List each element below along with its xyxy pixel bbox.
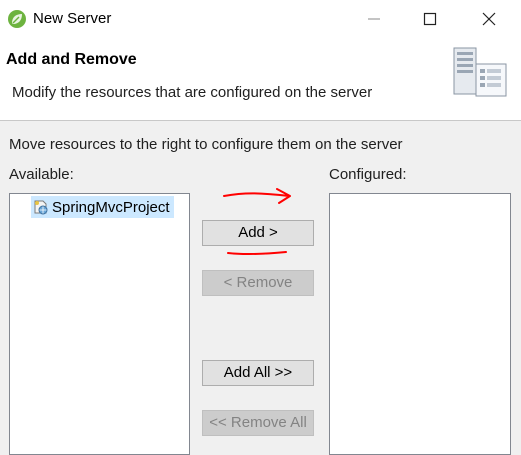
instructions-text: Move resources to the right to configure…: [9, 136, 403, 153]
maximize-icon: [423, 12, 437, 26]
configured-list[interactable]: [329, 193, 511, 455]
close-icon: [482, 12, 496, 26]
annotation-underline: [227, 251, 287, 256]
title-bar: New Server: [0, 0, 521, 38]
server-icon: [453, 47, 507, 97]
spring-leaf-icon: [8, 10, 26, 28]
add-all-button[interactable]: Add All >>: [202, 360, 314, 386]
page-title: Add and Remove: [6, 51, 137, 68]
available-label: Available:: [9, 166, 74, 183]
minimize-icon: [368, 18, 380, 20]
available-list[interactable]: SpringMvcProject: [9, 193, 190, 455]
minimize-button[interactable]: [351, 0, 397, 38]
close-button[interactable]: [466, 0, 512, 38]
list-item[interactable]: SpringMvcProject: [31, 196, 174, 218]
remove-button[interactable]: < Remove: [202, 270, 314, 296]
window-title: New Server: [33, 10, 112, 27]
annotation-arrow: [223, 188, 291, 204]
project-name: SpringMvcProject: [52, 198, 170, 216]
add-button[interactable]: Add >: [202, 220, 314, 246]
maximize-button[interactable]: [407, 0, 453, 38]
configured-label: Configured:: [329, 166, 407, 183]
remove-all-button[interactable]: << Remove All: [202, 410, 314, 436]
web-project-icon: [34, 200, 48, 215]
wizard-header: Add and Remove Modify the resources that…: [0, 38, 521, 121]
page-description: Modify the resources that are configured…: [12, 84, 373, 101]
